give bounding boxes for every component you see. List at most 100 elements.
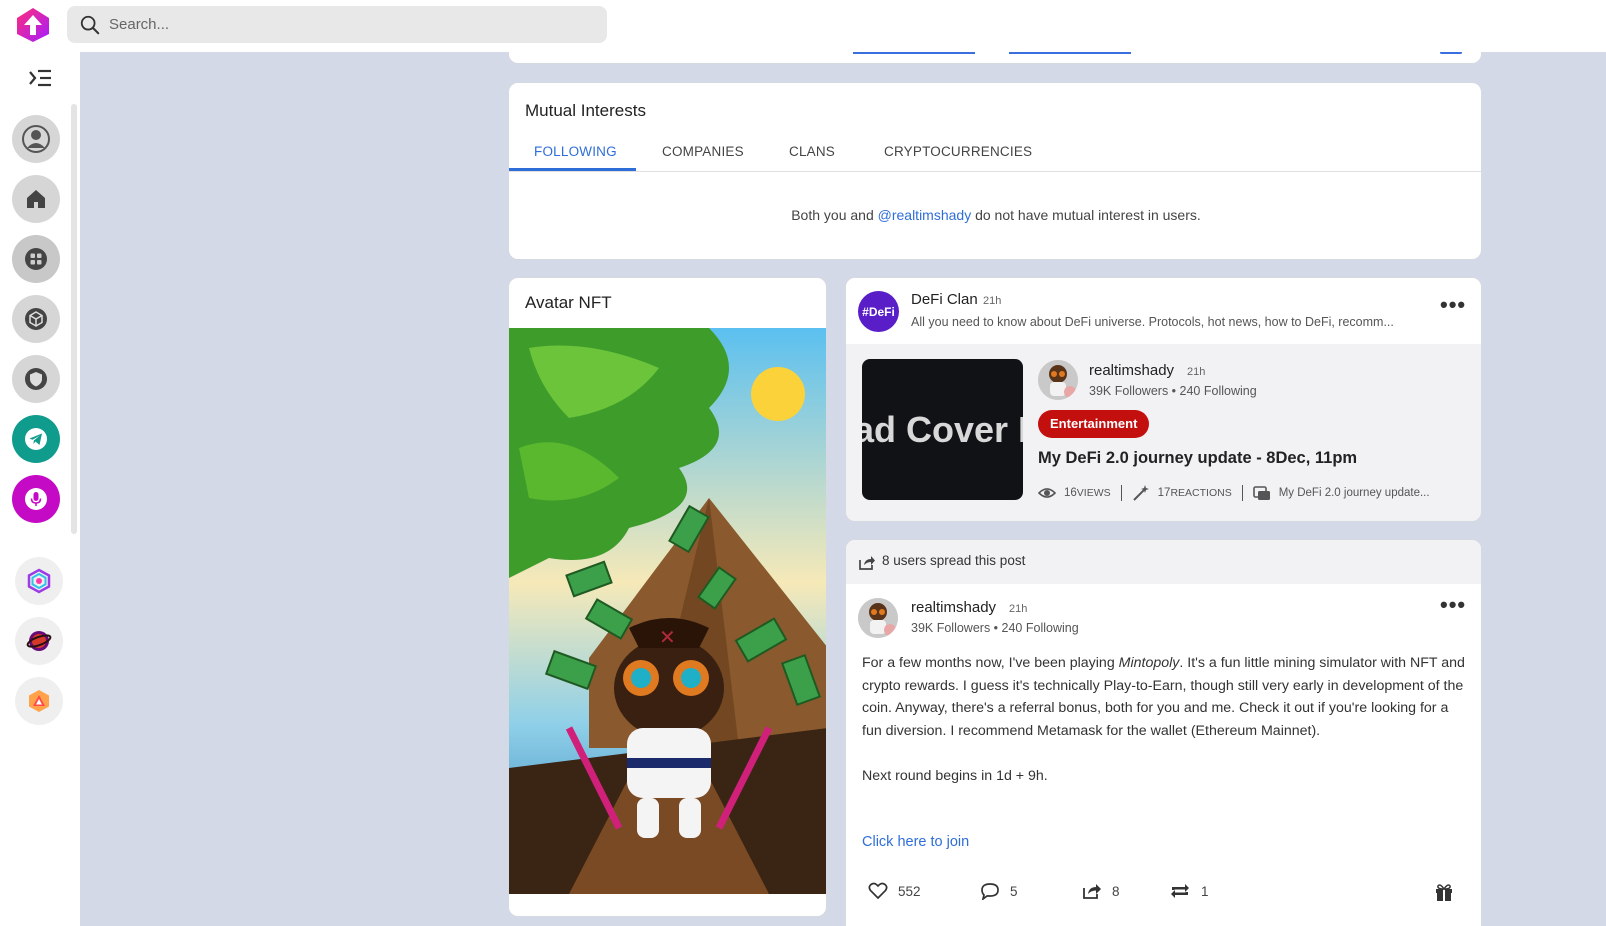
search-bar[interactable] [67,6,607,43]
top-bar [0,0,1606,52]
message-text: Both you and [791,207,878,223]
menu-toggle-icon[interactable] [27,66,53,90]
app-logo-icon[interactable] [14,6,52,44]
tab-following[interactable]: FOLLOWING [534,144,617,159]
post-thumbnail[interactable]: ad Cover P [862,359,1023,500]
likes-count: 552 [898,883,921,899]
sidebar-app-hexagon[interactable] [15,557,63,605]
post-time: 21h [1009,603,1028,615]
shield-icon [25,368,47,390]
post-body: For a few months now, I've been playing … [862,652,1467,787]
comments-count: 5 [1010,883,1018,899]
search-icon [80,15,100,34]
clan-description: All you need to know about DeFi universe… [911,315,1394,329]
empty-state-message: Both you and @realtimshady do not have m… [509,207,1481,223]
category-badge[interactable]: Entertainment [1038,410,1150,438]
sidebar-app-triangle[interactable] [15,677,63,725]
clan-name[interactable]: DeFi Clan [911,291,978,308]
avatar-nft-card: Avatar NFT ✕ [508,277,827,917]
shares-count: 8 [1112,883,1120,899]
reactions-count: 17 [1157,487,1171,499]
user-icon [22,125,50,153]
nft-avatar-image[interactable]: ✕ [509,328,827,894]
home-icon [27,190,45,208]
user-mention-link[interactable]: @realtimshady [878,207,972,223]
triangle-app-icon [29,690,49,712]
sidebar-item-apps[interactable] [12,235,60,283]
sidebar-app-planet[interactable] [15,617,63,665]
post-link-text[interactable]: My DeFi 2.0 journey update... [1279,487,1430,499]
comment-icon [981,883,999,900]
clan-logo[interactable]: #DeFi [858,291,899,332]
more-options-icon[interactable]: ••• [1440,294,1466,316]
views-label: VIEWS [1076,487,1111,499]
gift-icon [1436,884,1452,901]
following-count: 240 Following [1179,384,1257,398]
cube-icon [25,308,47,330]
microphone-icon [25,488,47,510]
tab-companies[interactable]: COMPANIES [662,144,744,159]
share-icon [859,556,875,570]
more-options-icon[interactable]: ••• [1440,594,1466,616]
card-title: Mutual Interests [525,101,646,120]
post-actions: 552 5 8 1 [846,882,1481,912]
clan-header: #DeFi DeFi Clan 21h All you need to know… [846,278,1481,344]
join-link[interactable]: Click here to join [862,834,969,850]
post-text: Next round begins in 1d + 9h. [862,767,1048,784]
post-title[interactable]: My DeFi 2.0 journey update - 8Dec, 11pm [1038,449,1357,468]
sidebar-item-security[interactable] [12,355,60,403]
mutual-interests-card: Mutual Interests FOLLOWING COMPANIES CLA… [508,82,1482,260]
apps-grid-icon [25,248,47,270]
mutual-tabs: FOLLOWING COMPANIES CLANS CRYPTOCURRENCI… [509,136,1481,172]
sidebar-item-home[interactable] [12,175,60,223]
wand-icon [1132,485,1149,501]
sidebar-item-profile[interactable] [12,115,60,163]
post-text: For a few months now, I've been playing [862,655,1119,671]
post-time: 21h [983,295,1002,307]
post-time: 21h [1187,366,1206,378]
author-stats: 39K Followers • 240 Following [1089,384,1257,398]
gift-button[interactable] [1434,882,1464,902]
clan-post-card: #DeFi DeFi Clan 21h All you need to know… [845,277,1482,522]
message-text: do not have mutual interest in users. [971,207,1201,223]
tab-cryptocurrencies[interactable]: CRYPTOCURRENCIES [884,144,1032,159]
sidebar-scrollbar[interactable] [71,104,77,534]
share-icon [1083,884,1101,899]
author-name[interactable]: realtimshady [1089,362,1174,379]
comment-button[interactable]: 5 [980,882,1018,900]
heart-icon [868,882,888,900]
spread-button[interactable]: 8 [1082,882,1120,900]
followers-count: 39K Followers [911,621,991,635]
active-tab-indicator [509,168,636,171]
reactions-label: REACTIONS [1170,487,1232,499]
stub-underline [853,52,975,54]
sidebar-item-audio[interactable] [12,475,60,523]
views-count: 16 [1064,487,1077,499]
post-stats: 16 VIEWS 17 REACTIONS My DeFi 2.0 journe… [1038,484,1430,502]
author-stats: 39K Followers • 240 Following [911,621,1079,635]
reposts-count: 1 [1201,883,1209,899]
avatar[interactable] [858,598,898,638]
repost-icon [1171,884,1189,898]
sidebar [0,52,80,926]
eye-icon [1038,488,1056,498]
spread-text: 8 users spread this post [882,553,1026,568]
sidebar-item-telegram[interactable] [12,415,60,463]
spread-banner: 8 users spread this post [846,540,1481,584]
sidebar-item-nft[interactable] [12,295,60,343]
tab-clans[interactable]: CLANS [789,144,835,159]
telegram-icon [25,428,47,450]
card-title: Avatar NFT [525,293,612,312]
svg-text:✕: ✕ [659,625,676,649]
game-name: Mintopoly [1118,655,1180,671]
search-input[interactable] [109,16,589,33]
author-name[interactable]: realtimshady [911,599,996,616]
thumbnail-text: ad Cover P [862,409,1023,450]
followers-count: 39K Followers [1089,384,1169,398]
stub-underline [1009,52,1131,54]
avatar[interactable] [1038,360,1078,400]
spread-post-card: 8 users spread this post realtimshady 21… [845,539,1482,926]
repost-button[interactable]: 1 [1169,882,1209,900]
like-button[interactable]: 552 [868,882,921,900]
planet-app-icon [26,631,52,651]
